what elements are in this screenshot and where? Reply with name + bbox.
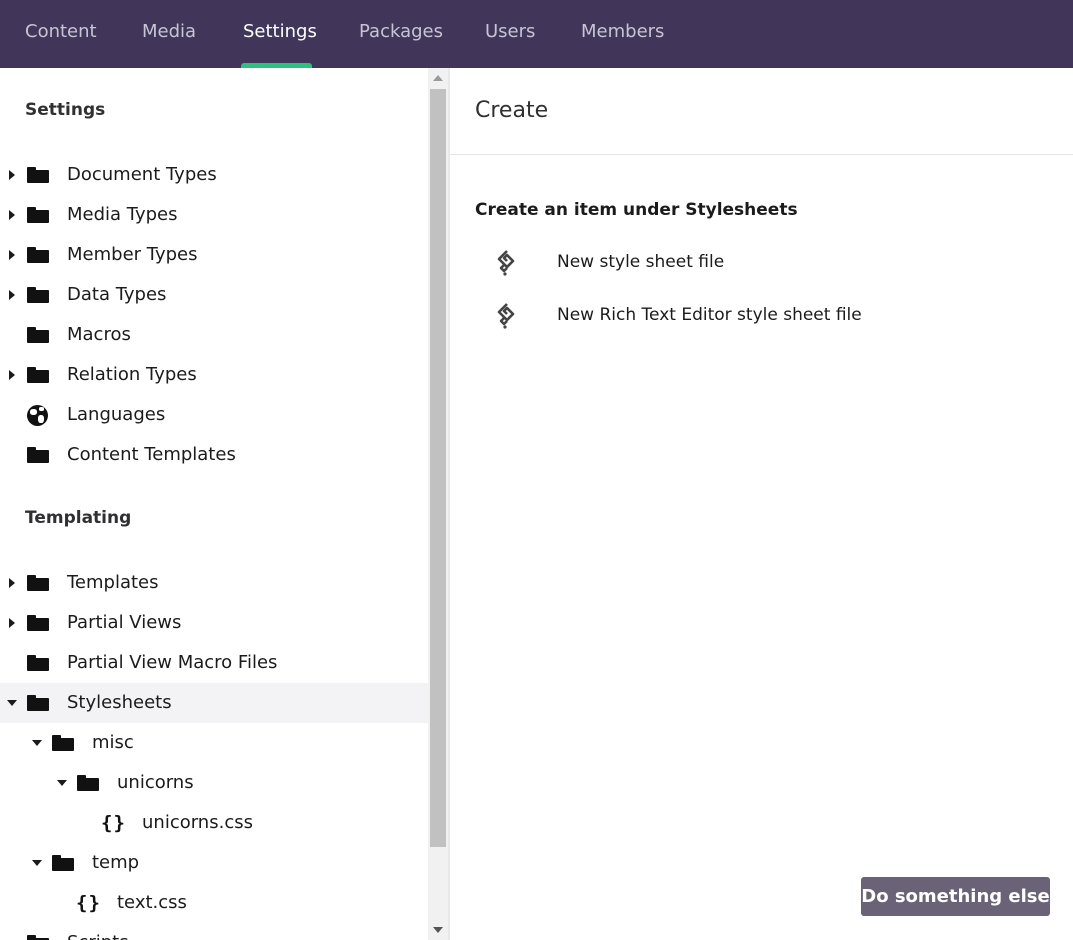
scroll-up-arrow-icon[interactable] — [433, 75, 443, 81]
tree-item-label: text.css — [117, 892, 187, 913]
caret-right-icon[interactable] — [9, 370, 15, 380]
tree-item-unicorns[interactable]: unicorns — [0, 763, 428, 803]
tree-item-label: misc — [92, 732, 134, 753]
tab-packages[interactable]: Packages — [359, 0, 443, 68]
tree-item-content-templates[interactable]: Content Templates — [0, 435, 428, 475]
header-divider — [450, 154, 1073, 155]
panel-title: Create — [475, 98, 549, 123]
globe-icon — [27, 405, 48, 426]
top-navigation: Content Media Settings Packages Users Me… — [0, 0, 1073, 68]
braces-icon: {} — [76, 892, 101, 914]
tree-item-scripts[interactable]: Scripts — [0, 923, 428, 940]
tree-item-partial-views[interactable]: Partial Views — [0, 603, 428, 643]
tree-item-label: Macros — [67, 324, 131, 345]
scrollbar-thumb[interactable] — [430, 89, 446, 847]
folder-icon — [77, 775, 99, 791]
section-title-settings: Settings — [25, 100, 106, 120]
folder-icon — [27, 575, 49, 591]
sidebar-tree: Settings Document Types Media Types Memb… — [0, 68, 428, 940]
folder-icon — [27, 207, 49, 223]
folder-icon — [27, 287, 49, 303]
tab-content[interactable]: Content — [25, 0, 97, 68]
tree-item-document-types[interactable]: Document Types — [0, 155, 428, 195]
caret-down-icon[interactable] — [32, 740, 42, 746]
caret-right-icon[interactable] — [9, 578, 15, 588]
tree-item-label: Templates — [67, 572, 159, 593]
tree-item-label: Media Types — [67, 204, 178, 225]
create-option-rte-style-sheet[interactable]: New Rich Text Editor style sheet file — [475, 295, 895, 335]
tree-item-stylesheets[interactable]: Stylesheets — [0, 683, 428, 723]
stylesheet-icon — [497, 250, 515, 276]
tree-item-misc[interactable]: misc — [0, 723, 428, 763]
tree-item-data-types[interactable]: Data Types — [0, 275, 428, 315]
tree-item-label: Relation Types — [67, 364, 197, 385]
do-something-else-button[interactable]: Do something else — [861, 877, 1050, 916]
folder-icon — [27, 327, 49, 343]
scroll-down-arrow-icon[interactable] — [433, 927, 443, 933]
tree-item-label: Data Types — [67, 284, 167, 305]
tree-item-label: Member Types — [67, 244, 198, 265]
folder-icon — [27, 447, 49, 463]
tab-media[interactable]: Media — [142, 0, 196, 68]
create-option-label: New style sheet file — [557, 252, 725, 272]
tree-item-label: Languages — [67, 404, 166, 425]
tree-item-languages[interactable]: Languages — [0, 395, 428, 435]
tree-item-partial-view-macro-files[interactable]: Partial View Macro Files — [0, 643, 428, 683]
tree-item-macros[interactable]: Macros — [0, 315, 428, 355]
caret-down-icon[interactable] — [7, 700, 17, 706]
tree-item-member-types[interactable]: Member Types — [0, 235, 428, 275]
folder-icon — [27, 615, 49, 631]
caret-down-icon[interactable] — [57, 780, 67, 786]
tree-item-label: Partial Views — [67, 612, 182, 633]
create-heading: Create an item under Stylesheets — [475, 200, 798, 220]
tab-users[interactable]: Users — [485, 0, 535, 68]
folder-icon — [27, 695, 49, 711]
tree-item-label: Partial View Macro Files — [67, 652, 278, 673]
tree-item-label: unicorns.css — [142, 812, 253, 833]
folder-icon — [27, 655, 49, 671]
section-title-templating: Templating — [25, 508, 132, 528]
tree-item-relation-types[interactable]: Relation Types — [0, 355, 428, 395]
tree-item-unicorns-css[interactable]: {} unicorns.css — [0, 803, 428, 843]
tab-settings[interactable]: Settings — [243, 0, 317, 68]
folder-icon — [52, 855, 74, 871]
tab-members[interactable]: Members — [581, 0, 664, 68]
create-option-label: New Rich Text Editor style sheet file — [557, 305, 862, 325]
folder-icon — [27, 167, 49, 183]
folder-icon — [52, 735, 74, 751]
caret-right-icon[interactable] — [9, 290, 15, 300]
tree-item-label: Document Types — [67, 164, 217, 185]
tree-item-templates[interactable]: Templates — [0, 563, 428, 603]
folder-icon — [27, 247, 49, 263]
caret-down-icon[interactable] — [32, 860, 42, 866]
caret-right-icon[interactable] — [9, 210, 15, 220]
tree-item-label: unicorns — [117, 772, 194, 793]
tree-item-label: Scripts — [67, 932, 129, 940]
create-option-style-sheet[interactable]: New style sheet file — [475, 242, 895, 282]
folder-icon — [27, 367, 49, 383]
tree-item-label: Content Templates — [67, 444, 236, 465]
caret-right-icon[interactable] — [9, 618, 15, 628]
tree-item-label: Stylesheets — [67, 692, 172, 713]
braces-icon: {} — [101, 812, 126, 834]
tree-item-label: temp — [92, 852, 140, 873]
stylesheet-icon — [497, 303, 515, 329]
create-panel: Create Create an item under Stylesheets … — [450, 68, 1073, 940]
tree-item-temp[interactable]: temp — [0, 843, 428, 883]
folder-icon — [27, 935, 49, 940]
tree-item-text-css[interactable]: {} text.css — [0, 883, 428, 923]
tree-item-media-types[interactable]: Media Types — [0, 195, 428, 235]
caret-right-icon[interactable] — [9, 250, 15, 260]
caret-right-icon[interactable] — [9, 170, 15, 180]
